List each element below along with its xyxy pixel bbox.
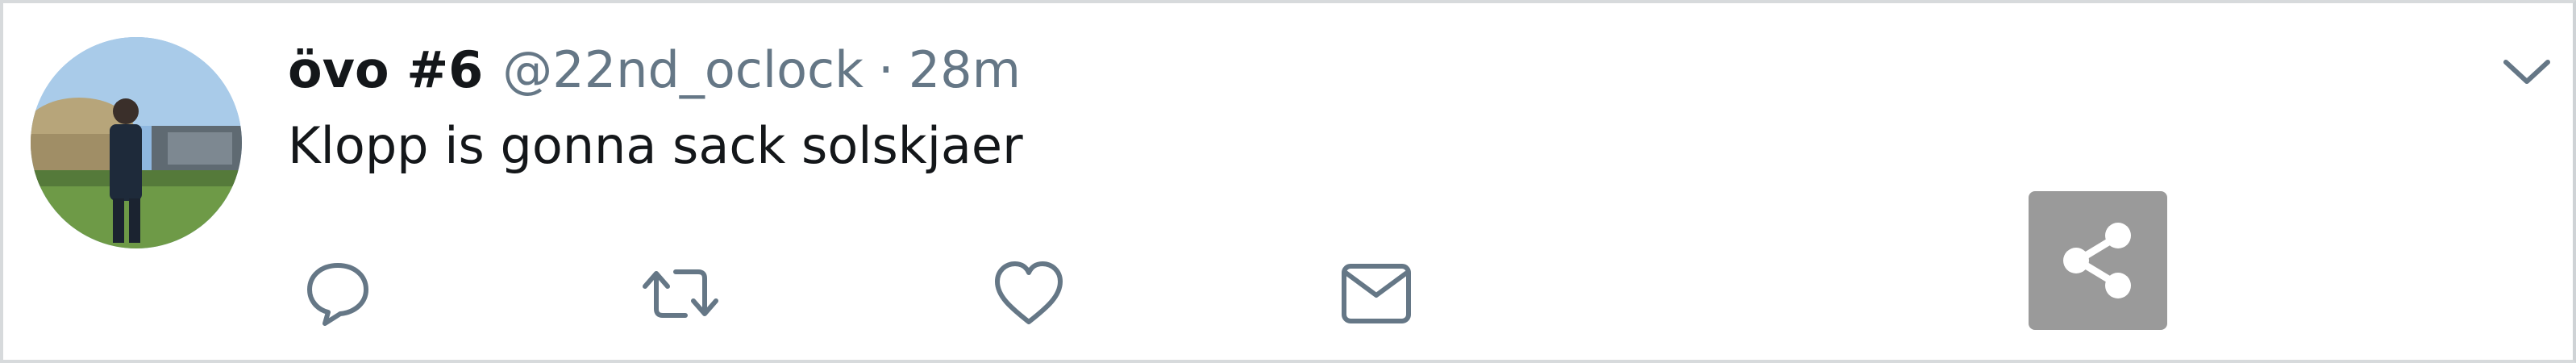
reply-button[interactable] [298,253,378,334]
more-options-button[interactable] [2491,44,2563,100]
reply-icon [307,263,368,326]
heart-icon [995,261,1063,324]
retweet-icon [643,269,718,318]
share-button[interactable] [2029,191,2167,330]
tweet-card[interactable]: övo #6 @22nd_oclock · 28m Klopp is gonna… [0,0,2576,363]
envelope-icon [1342,264,1411,323]
display-name[interactable]: övo #6 [288,40,483,99]
retweet-button[interactable] [640,253,721,334]
like-button[interactable] [988,253,1069,334]
direct-message-button[interactable] [1336,253,1417,334]
chevron-down-icon [2503,60,2550,84]
tweet-header: övo #6 @22nd_oclock · 28m [288,29,1021,110]
avatar[interactable] [31,37,242,248]
separator-dot: · [878,40,894,99]
avatar-photo [31,37,242,248]
user-handle[interactable]: @22nd_oclock [502,40,864,99]
share-icon [2063,223,2131,298]
tweet-text: Klopp is gonna sack solskjaer [288,116,1023,175]
timestamp[interactable]: 28m [909,40,1021,99]
